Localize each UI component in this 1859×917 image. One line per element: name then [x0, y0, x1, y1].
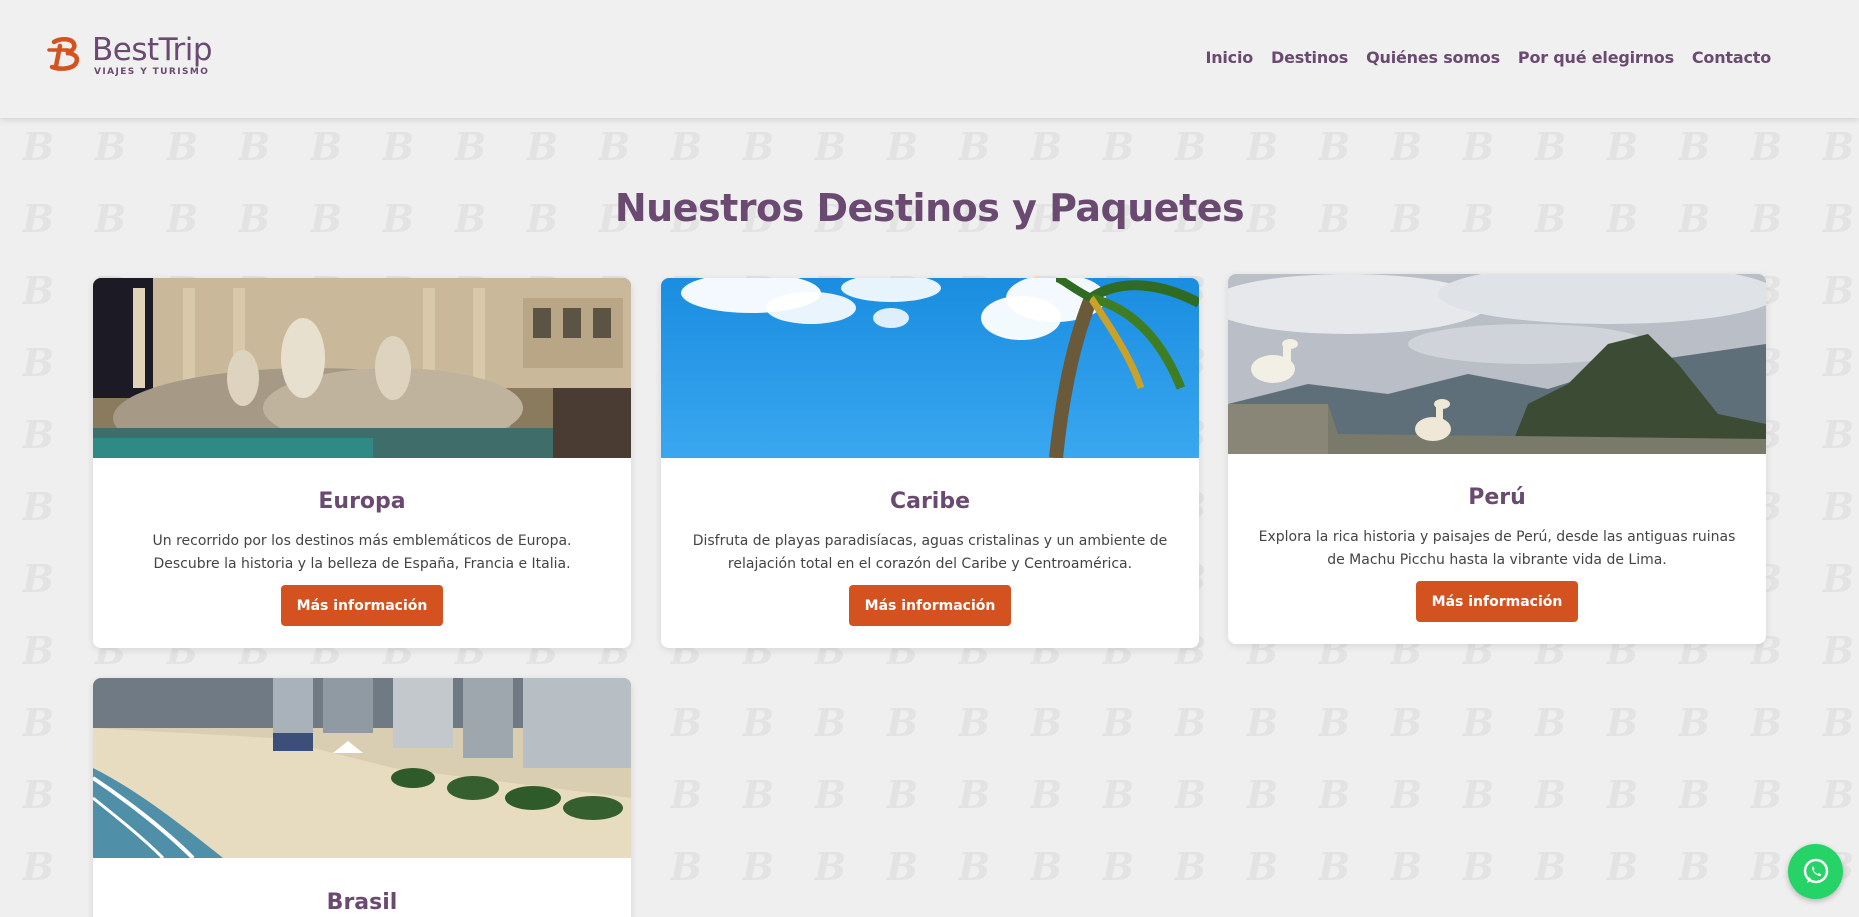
- destination-card-brasil: Brasil: [93, 678, 631, 917]
- card-title: Perú: [1468, 485, 1526, 510]
- card-description: Disfruta de playas paradisíacas, aguas c…: [692, 533, 1168, 572]
- brand-tagline: VIAJES Y TURISMO: [94, 67, 210, 77]
- nav-item-por-que-elegirnos[interactable]: Por qué elegirnos: [1518, 48, 1674, 67]
- card-title: Europa: [318, 489, 406, 514]
- whatsapp-button[interactable]: [1788, 844, 1843, 899]
- destination-card-caribe: Caribe Disfruta de playas paradisíacas, …: [661, 278, 1199, 648]
- brand-name: BestTrip: [92, 32, 213, 68]
- site-header: BestTrip VIAJES Y TURISMO Inicio Destino…: [0, 0, 1859, 118]
- page-title: Nuestros Destinos y Paquetes: [614, 186, 1245, 230]
- machu-picchu-llamas-photo: [1228, 274, 1766, 454]
- trevi-fountain-photo: [93, 278, 631, 458]
- more-info-button[interactable]: Más información: [281, 585, 443, 626]
- copacabana-beach-photo: [93, 678, 631, 858]
- card-title: Brasil: [326, 890, 398, 915]
- nav-item-quienes-somos[interactable]: Quiénes somos: [1366, 48, 1500, 67]
- card-title: Caribe: [889, 489, 971, 514]
- destination-card-europa: Europa Un recorrido por los destinos más…: [93, 278, 631, 648]
- card-description: Un recorrido por los destinos más emblem…: [152, 533, 572, 572]
- whatsapp-icon: [1803, 858, 1828, 883]
- nav-item-contacto[interactable]: Contacto: [1692, 48, 1771, 67]
- card-description: Explora la rica historia y paisajes de P…: [1258, 529, 1736, 568]
- more-info-button[interactable]: Más información: [849, 585, 1011, 626]
- main-nav: Inicio Destinos Quiénes somos Por qué el…: [1205, 48, 1771, 67]
- destination-card-peru: Perú Explora la rica historia y paisajes…: [1228, 274, 1766, 644]
- caribbean-sky-palm-photo: [661, 278, 1199, 458]
- b-logo-icon: [47, 37, 80, 71]
- nav-item-destinos[interactable]: Destinos: [1271, 48, 1348, 67]
- brand-logo[interactable]: BestTrip VIAJES Y TURISMO: [46, 32, 213, 77]
- nav-item-inicio[interactable]: Inicio: [1205, 48, 1253, 67]
- more-info-button[interactable]: Más información: [1416, 581, 1578, 622]
